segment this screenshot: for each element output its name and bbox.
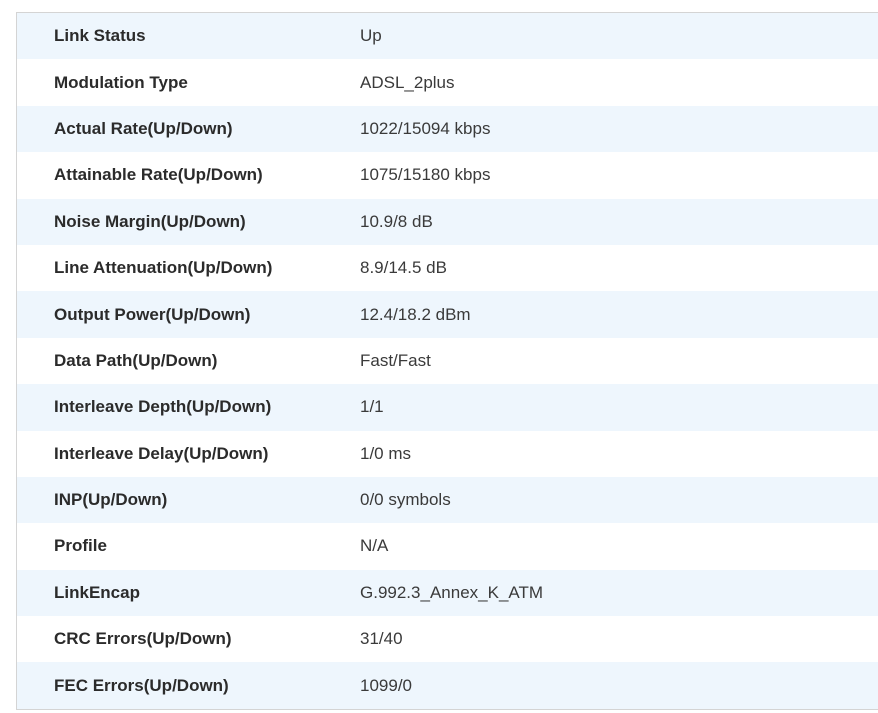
row-value: ADSL_2plus <box>360 72 455 92</box>
row-label: Noise Margin(Up/Down) <box>54 211 246 231</box>
row-value: 1022/15094 kbps <box>360 118 491 138</box>
row-value: 0/0 symbols <box>360 490 451 510</box>
row-value: 1099/0 <box>360 675 412 695</box>
row-value: 8.9/14.5 dB <box>360 258 447 278</box>
row-value: N/A <box>360 536 389 556</box>
table-row-link-encap: LinkEncap G.992.3_Annex_K_ATM <box>17 569 878 617</box>
row-label: Line Attenuation(Up/Down) <box>54 258 273 278</box>
table-row-interleave-delay: Interleave Delay(Up/Down) 1/0 ms <box>17 430 878 477</box>
row-value: 1/1 <box>360 397 384 417</box>
table-row-line-attenuation: Line Attenuation(Up/Down) 8.9/14.5 dB <box>17 244 878 292</box>
row-label: Attainable Rate(Up/Down) <box>54 165 263 185</box>
table-row-noise-margin: Noise Margin(Up/Down) 10.9/8 dB <box>17 198 878 245</box>
table-row-crc-errors: CRC Errors(Up/Down) 31/40 <box>17 616 878 663</box>
table-row-attainable-rate: Attainable Rate(Up/Down) 1075/15180 kbps <box>17 152 878 199</box>
row-label: Data Path(Up/Down) <box>54 350 218 370</box>
table-row-output-power: Output Power(Up/Down) 12.4/18.2 dBm <box>17 291 878 338</box>
row-label: FEC Errors(Up/Down) <box>54 675 229 695</box>
table-row-actual-rate: Actual Rate(Up/Down) 1022/15094 kbps <box>17 105 878 153</box>
dsl-status-table: Link Status Up Modulation Type ADSL_2plu… <box>16 12 878 710</box>
row-label: Output Power(Up/Down) <box>54 304 251 324</box>
row-label: Interleave Depth(Up/Down) <box>54 397 272 417</box>
row-value: 31/40 <box>360 629 403 649</box>
row-label: CRC Errors(Up/Down) <box>54 629 232 649</box>
table-row-modulation-type: Modulation Type ADSL_2plus <box>17 59 878 106</box>
row-value: 1/0 ms <box>360 443 412 463</box>
row-label: Interleave Delay(Up/Down) <box>54 443 269 463</box>
row-value: 10.9/8 dB <box>360 211 433 231</box>
row-value: G.992.3_Annex_K_ATM <box>360 582 544 602</box>
table-row-profile: Profile N/A <box>17 523 878 570</box>
table-row-fec-errors: FEC Errors(Up/Down) 1099/0 <box>17 662 878 709</box>
row-label: Modulation Type <box>54 72 188 92</box>
row-value: 1075/15180 kbps <box>360 165 491 185</box>
row-value: Up <box>360 26 382 46</box>
table-row-inp: INP(Up/Down) 0/0 symbols <box>17 476 878 524</box>
row-label: Link Status <box>54 26 146 46</box>
table-row-interleave-depth: Interleave Depth(Up/Down) 1/1 <box>17 384 878 431</box>
table-row-data-path: Data Path(Up/Down) Fast/Fast <box>17 337 878 385</box>
row-value: 12.4/18.2 dBm <box>360 304 471 324</box>
row-value: Fast/Fast <box>360 350 431 370</box>
row-label: INP(Up/Down) <box>54 490 168 510</box>
row-label: LinkEncap <box>54 582 140 602</box>
row-label: Actual Rate(Up/Down) <box>54 118 233 138</box>
table-row-link-status: Link Status Up <box>17 13 878 60</box>
row-label: Profile <box>54 536 107 556</box>
